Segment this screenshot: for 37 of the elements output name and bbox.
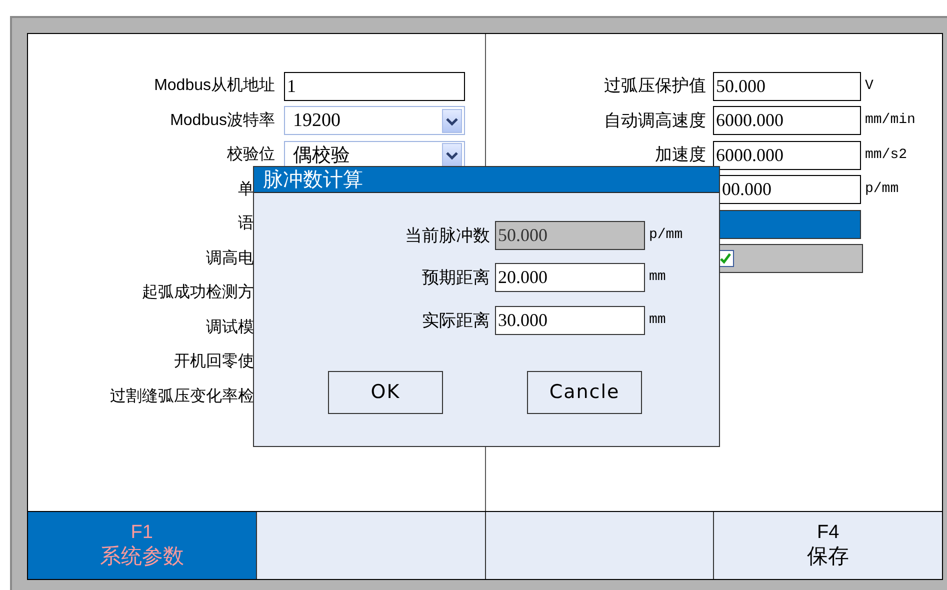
field-label: 当前脉冲数 xyxy=(404,224,490,246)
unit-label: mm xyxy=(649,268,666,288)
field-label: 语 xyxy=(237,216,254,232)
unit-label: mm xyxy=(649,310,666,330)
unit-label: mm/s2 xyxy=(865,146,908,165)
field-label: Modbus从机地址 xyxy=(153,78,275,94)
dropdown-field[interactable]: 19200 xyxy=(284,106,465,136)
field-label: 预期距离 xyxy=(421,267,490,289)
dialog-title: 脉冲数计算 xyxy=(254,167,719,193)
input-field[interactable]: 1 xyxy=(284,72,465,101)
field-label: 起弧成功检测方 xyxy=(141,285,254,302)
field-label: 校验位 xyxy=(226,147,275,164)
dialog-button[interactable]: Cancle xyxy=(527,370,642,414)
field-label: 单 xyxy=(237,182,254,198)
unit-label: p/mm xyxy=(649,226,683,245)
field-label: 开机回零使 xyxy=(173,354,254,370)
field-label: 调高电 xyxy=(205,250,254,267)
field-label: 过割缝弧压变化率检 xyxy=(109,388,254,405)
unit-label: p/mm xyxy=(865,180,899,200)
unit-label: V xyxy=(865,76,874,96)
field-label: 过弧压保护值 xyxy=(604,76,706,96)
input-field: 50.000 xyxy=(495,220,645,250)
dialog-button[interactable]: OK xyxy=(328,370,443,414)
input-field[interactable]: 30.000 xyxy=(495,306,645,335)
field-label: 加速度 xyxy=(655,145,706,164)
unit-label: mm/min xyxy=(865,111,916,130)
input-field[interactable]: 6000.000 xyxy=(713,106,861,136)
field-label: 调试模 xyxy=(205,320,254,336)
function-key[interactable]: F4 保存 xyxy=(713,512,942,579)
field-label: Modbus波特率 xyxy=(169,112,275,129)
dropdown-value: 19200 xyxy=(292,111,340,130)
input-field[interactable]: 20.000 xyxy=(495,263,645,292)
input-field[interactable]: 50.000 xyxy=(713,72,861,101)
dropdown-value: 偶校验 xyxy=(292,146,350,165)
field-label: 实际距离 xyxy=(421,310,490,332)
field-label: 自动调高速度 xyxy=(604,110,706,130)
input-field[interactable]: 6000.000 xyxy=(713,140,861,170)
